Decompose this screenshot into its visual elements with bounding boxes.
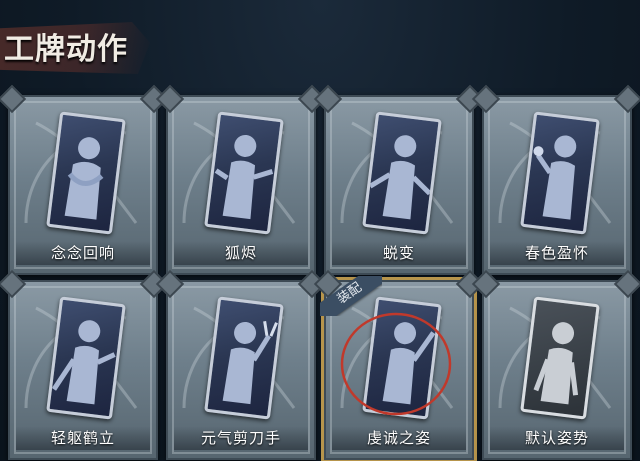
pose-label: 轻躯鹤立 bbox=[16, 426, 150, 450]
pose-portrait bbox=[520, 111, 600, 235]
pose-portrait bbox=[362, 111, 442, 235]
pose-label: 春色盈怀 bbox=[490, 241, 624, 265]
silhouette-open-arms-icon bbox=[368, 135, 432, 220]
pose-portrait bbox=[46, 111, 126, 235]
pose-label: 虔诚之姿 bbox=[332, 426, 466, 450]
pose-portrait bbox=[46, 296, 126, 420]
silhouette-point-icon bbox=[214, 134, 274, 220]
silhouette-hug-icon bbox=[64, 137, 104, 220]
pose-label: 蜕变 bbox=[332, 241, 466, 265]
pose-portrait bbox=[204, 296, 284, 420]
pose-label: 默认姿势 bbox=[490, 426, 624, 450]
silhouette-crane-icon bbox=[51, 320, 116, 405]
pose-card[interactable]: 蜕变 bbox=[313, 84, 485, 275]
pose-portrait bbox=[520, 296, 600, 420]
equipped-badge: 装配 bbox=[320, 276, 382, 316]
pose-card-equipped[interactable]: 装配 虔诚之姿 bbox=[313, 269, 485, 460]
silhouette-peace-icon bbox=[222, 321, 278, 405]
pose-label: 元气剪刀手 bbox=[174, 426, 308, 450]
pose-card[interactable]: 狐烬 bbox=[155, 84, 327, 275]
equipped-badge-label: 装配 bbox=[320, 276, 382, 316]
pose-card[interactable]: 念念回响 bbox=[0, 84, 169, 275]
silhouette-wave-icon bbox=[382, 322, 436, 405]
pose-label: 念念回响 bbox=[16, 241, 150, 265]
pose-card[interactable]: 春色盈怀 bbox=[471, 84, 640, 275]
silhouette-flower-icon bbox=[533, 135, 577, 220]
silhouette-default-icon bbox=[533, 322, 579, 405]
pose-card[interactable]: 元气剪刀手 bbox=[155, 269, 327, 460]
pose-card[interactable]: 默认姿势 bbox=[471, 269, 640, 460]
pose-portrait bbox=[204, 111, 284, 235]
pose-grid: 念念回响 狐烬 蜕变 春色盈怀 轻躯鹤立 元气剪刀手 装配 虔诚之姿 默认姿势 bbox=[0, 0, 640, 461]
pose-label: 狐烬 bbox=[174, 241, 308, 265]
pose-card[interactable]: 轻躯鹤立 bbox=[0, 269, 169, 460]
